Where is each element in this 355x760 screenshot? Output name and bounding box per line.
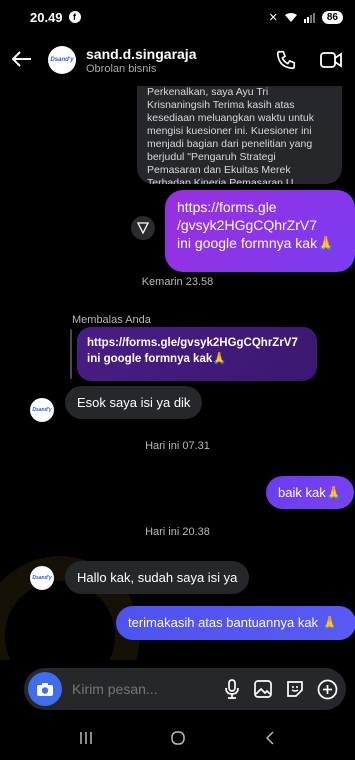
status-time: 20.49 (30, 9, 63, 25)
sender-avatar[interactable]: Dsand'y (30, 566, 54, 590)
timestamp-divider: Kemarin 23.58 (141, 276, 214, 288)
share-button[interactable] (131, 216, 155, 240)
reply-quote-line2: ini google formnya kak🙏 (87, 353, 227, 365)
quoted-message-preview[interactable]: Perkenalkan, saya Ayu Tri Krisnaningsih … (137, 86, 342, 184)
mic-icon[interactable] (223, 679, 241, 699)
link-url-line1[interactable]: https://forms.gle (177, 198, 343, 216)
chat-thread[interactable]: Perkenalkan, saya Ayu Tri Krisnaningsih … (0, 86, 355, 660)
sticker-icon[interactable] (285, 679, 305, 699)
system-navigation-bar (0, 716, 355, 760)
mute-icon: ✕ (268, 11, 278, 24)
plus-icon[interactable] (317, 679, 338, 700)
phone-icon[interactable] (275, 49, 297, 71)
share-icon (137, 222, 149, 234)
sender-avatar[interactable]: Dsand'y (30, 398, 54, 422)
reply-indicator-bar (70, 329, 72, 379)
camera-icon (37, 682, 53, 696)
camera-button[interactable] (28, 672, 62, 706)
arrow-left-icon (11, 51, 31, 67)
facebook-notification-icon: f (68, 11, 81, 23)
header-actions (275, 49, 343, 71)
link-message-text: ini google formnya kak🙏 (177, 235, 335, 251)
link-url-line2[interactable]: /gvsyk2HGgCQhrZrV7 (177, 216, 343, 234)
incoming-message[interactable]: Hallo kak, sudah saya isi ya (65, 561, 250, 594)
message-input[interactable] (72, 681, 202, 697)
outgoing-message[interactable]: terimakasih atas bantuannya kak 🙏 (116, 606, 355, 640)
back-button[interactable] (11, 46, 48, 74)
timestamp-divider: Hari ini 07.31 (145, 440, 210, 452)
wifi-icon (284, 12, 297, 22)
timestamp-divider: Hari ini 20.38 (145, 526, 210, 538)
replied-message-quote[interactable]: https://forms.gle/gvsyk2HGgCQhrZrV7 ini … (77, 327, 317, 381)
outgoing-link-message[interactable]: https://forms.gle /gvsyk2HGgCQhrZrV7 ini… (165, 190, 355, 272)
recent-apps-icon[interactable] (79, 731, 93, 745)
battery-level: 86 (321, 10, 343, 24)
status-icons: ✕ 86 (268, 10, 343, 24)
contact-subtitle: Obrolan bisnis (86, 62, 157, 75)
contact-info[interactable]: sand.d.singaraja Obrolan bisnis (86, 46, 196, 75)
reply-quote-line1: https://forms.gle/gvsyk2HGgCQhrZrV7 (87, 337, 298, 349)
message-composer (24, 668, 346, 710)
incoming-message[interactable]: Esok saya isi ya dik (65, 386, 203, 419)
outgoing-message[interactable]: baik kak🙏 (266, 476, 354, 509)
contact-avatar[interactable]: Dsand'y (48, 46, 76, 74)
chat-header: Dsand'y sand.d.singaraja Obrolan bisnis (0, 34, 355, 86)
back-icon[interactable] (264, 731, 276, 745)
composer-actions (223, 679, 338, 700)
signal-icon (303, 12, 315, 23)
image-icon[interactable] (253, 679, 273, 699)
video-icon[interactable] (319, 50, 343, 70)
contact-name: sand.d.singaraja (86, 45, 197, 62)
home-icon[interactable] (170, 730, 186, 746)
status-bar: 20.49 f ✕ 86 (0, 0, 355, 34)
